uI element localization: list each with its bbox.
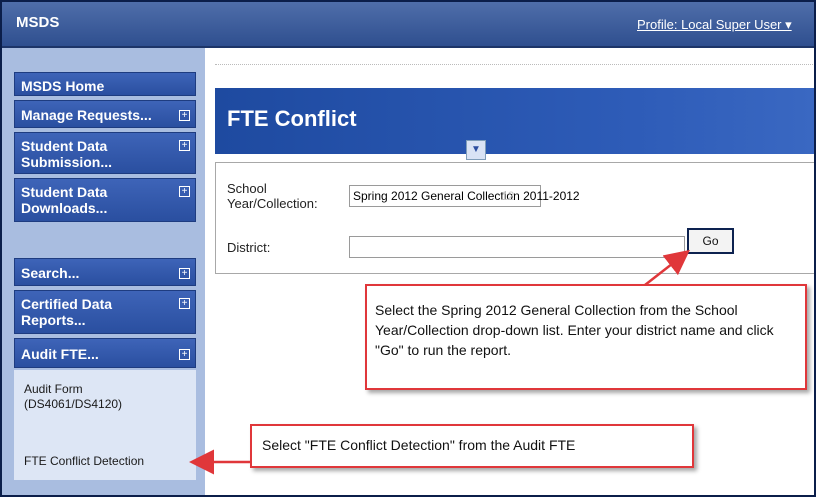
report-instructions-callout: Select the Spring 2012 General Collectio… xyxy=(365,284,807,390)
callout-text: Select the Spring 2012 General Collectio… xyxy=(375,302,774,358)
sidebar-subitem-audit-form[interactable]: Audit Form (DS4061/DS4120) xyxy=(14,370,196,444)
top-header: MSDS Profile: Local Super User ▾ xyxy=(2,2,814,48)
dropdown-arrow-icon[interactable]: ▼ xyxy=(466,140,486,160)
go-button[interactable]: Go xyxy=(687,228,734,254)
expand-icon[interactable]: + xyxy=(179,110,190,121)
expand-icon[interactable]: + xyxy=(179,349,190,360)
page-title: FTE Conflict xyxy=(227,106,357,131)
sidebar-item-student-data-downloads[interactable]: Student Data Downloads... + xyxy=(14,178,196,222)
school-year-select[interactable]: Spring 2012 General Collection 2011-2012… xyxy=(349,185,580,207)
sidebar-item-search[interactable]: Search... + xyxy=(14,258,196,286)
sidebar: MSDS Home Manage Requests... + Student D… xyxy=(2,48,205,495)
sidebar-item-label: Audit FTE... xyxy=(21,346,99,362)
sidebar-subitem-fte-conflict-detection[interactable]: FTE Conflict Detection xyxy=(14,444,196,480)
expand-icon[interactable]: + xyxy=(179,140,190,151)
school-year-value: Spring 2012 General Collection 2011-2012 xyxy=(353,189,580,203)
profile-link[interactable]: Profile: Local Super User ▾ xyxy=(637,17,792,33)
sidebar-item-label: Student Data Downloads... xyxy=(21,184,108,216)
district-input[interactable] xyxy=(349,236,685,258)
sidebar-item-student-data-submission[interactable]: Student Data Submission... + xyxy=(14,132,196,174)
sidebar-item-label: MSDS Home xyxy=(21,78,105,94)
expand-icon[interactable]: + xyxy=(179,186,190,197)
sidebar-subitem-label: FTE Conflict Detection xyxy=(24,454,145,468)
app-window: MSDS Profile: Local Super User ▾ MSDS Ho… xyxy=(0,0,816,497)
menu-instructions-callout: Select "FTE Conflict Detection" from the… xyxy=(250,424,694,468)
sidebar-item-certified-data-reports[interactable]: Certified Data Reports... + xyxy=(14,290,196,334)
app-name: MSDS xyxy=(16,14,60,31)
report-form: School Year/Collection: Spring 2012 Gene… xyxy=(215,162,814,274)
school-year-label: School Year/Collection: xyxy=(227,181,318,211)
expand-icon[interactable]: + xyxy=(179,268,190,279)
sidebar-item-label: Search... xyxy=(21,265,80,281)
sidebar-subitem-label: Audit Form (DS4061/DS4120) xyxy=(24,382,123,411)
sidebar-item-msds-home[interactable]: MSDS Home xyxy=(14,72,196,96)
page-banner: FTE Conflict xyxy=(215,88,814,154)
expand-icon[interactable]: + xyxy=(179,298,190,309)
sidebar-item-manage-requests[interactable]: Manage Requests... + xyxy=(14,100,196,128)
sidebar-item-label: Manage Requests... xyxy=(21,107,152,123)
sidebar-item-label: Certified Data Reports... xyxy=(21,296,113,328)
district-label: District: xyxy=(227,240,271,255)
divider xyxy=(215,64,814,65)
sidebar-item-audit-fte[interactable]: Audit FTE... + xyxy=(14,338,196,368)
sidebar-item-label: Student Data Submission... xyxy=(21,138,113,170)
callout-text: Select "FTE Conflict Detection" from the… xyxy=(262,437,576,453)
school-year-ghost: 12 xyxy=(501,189,515,203)
